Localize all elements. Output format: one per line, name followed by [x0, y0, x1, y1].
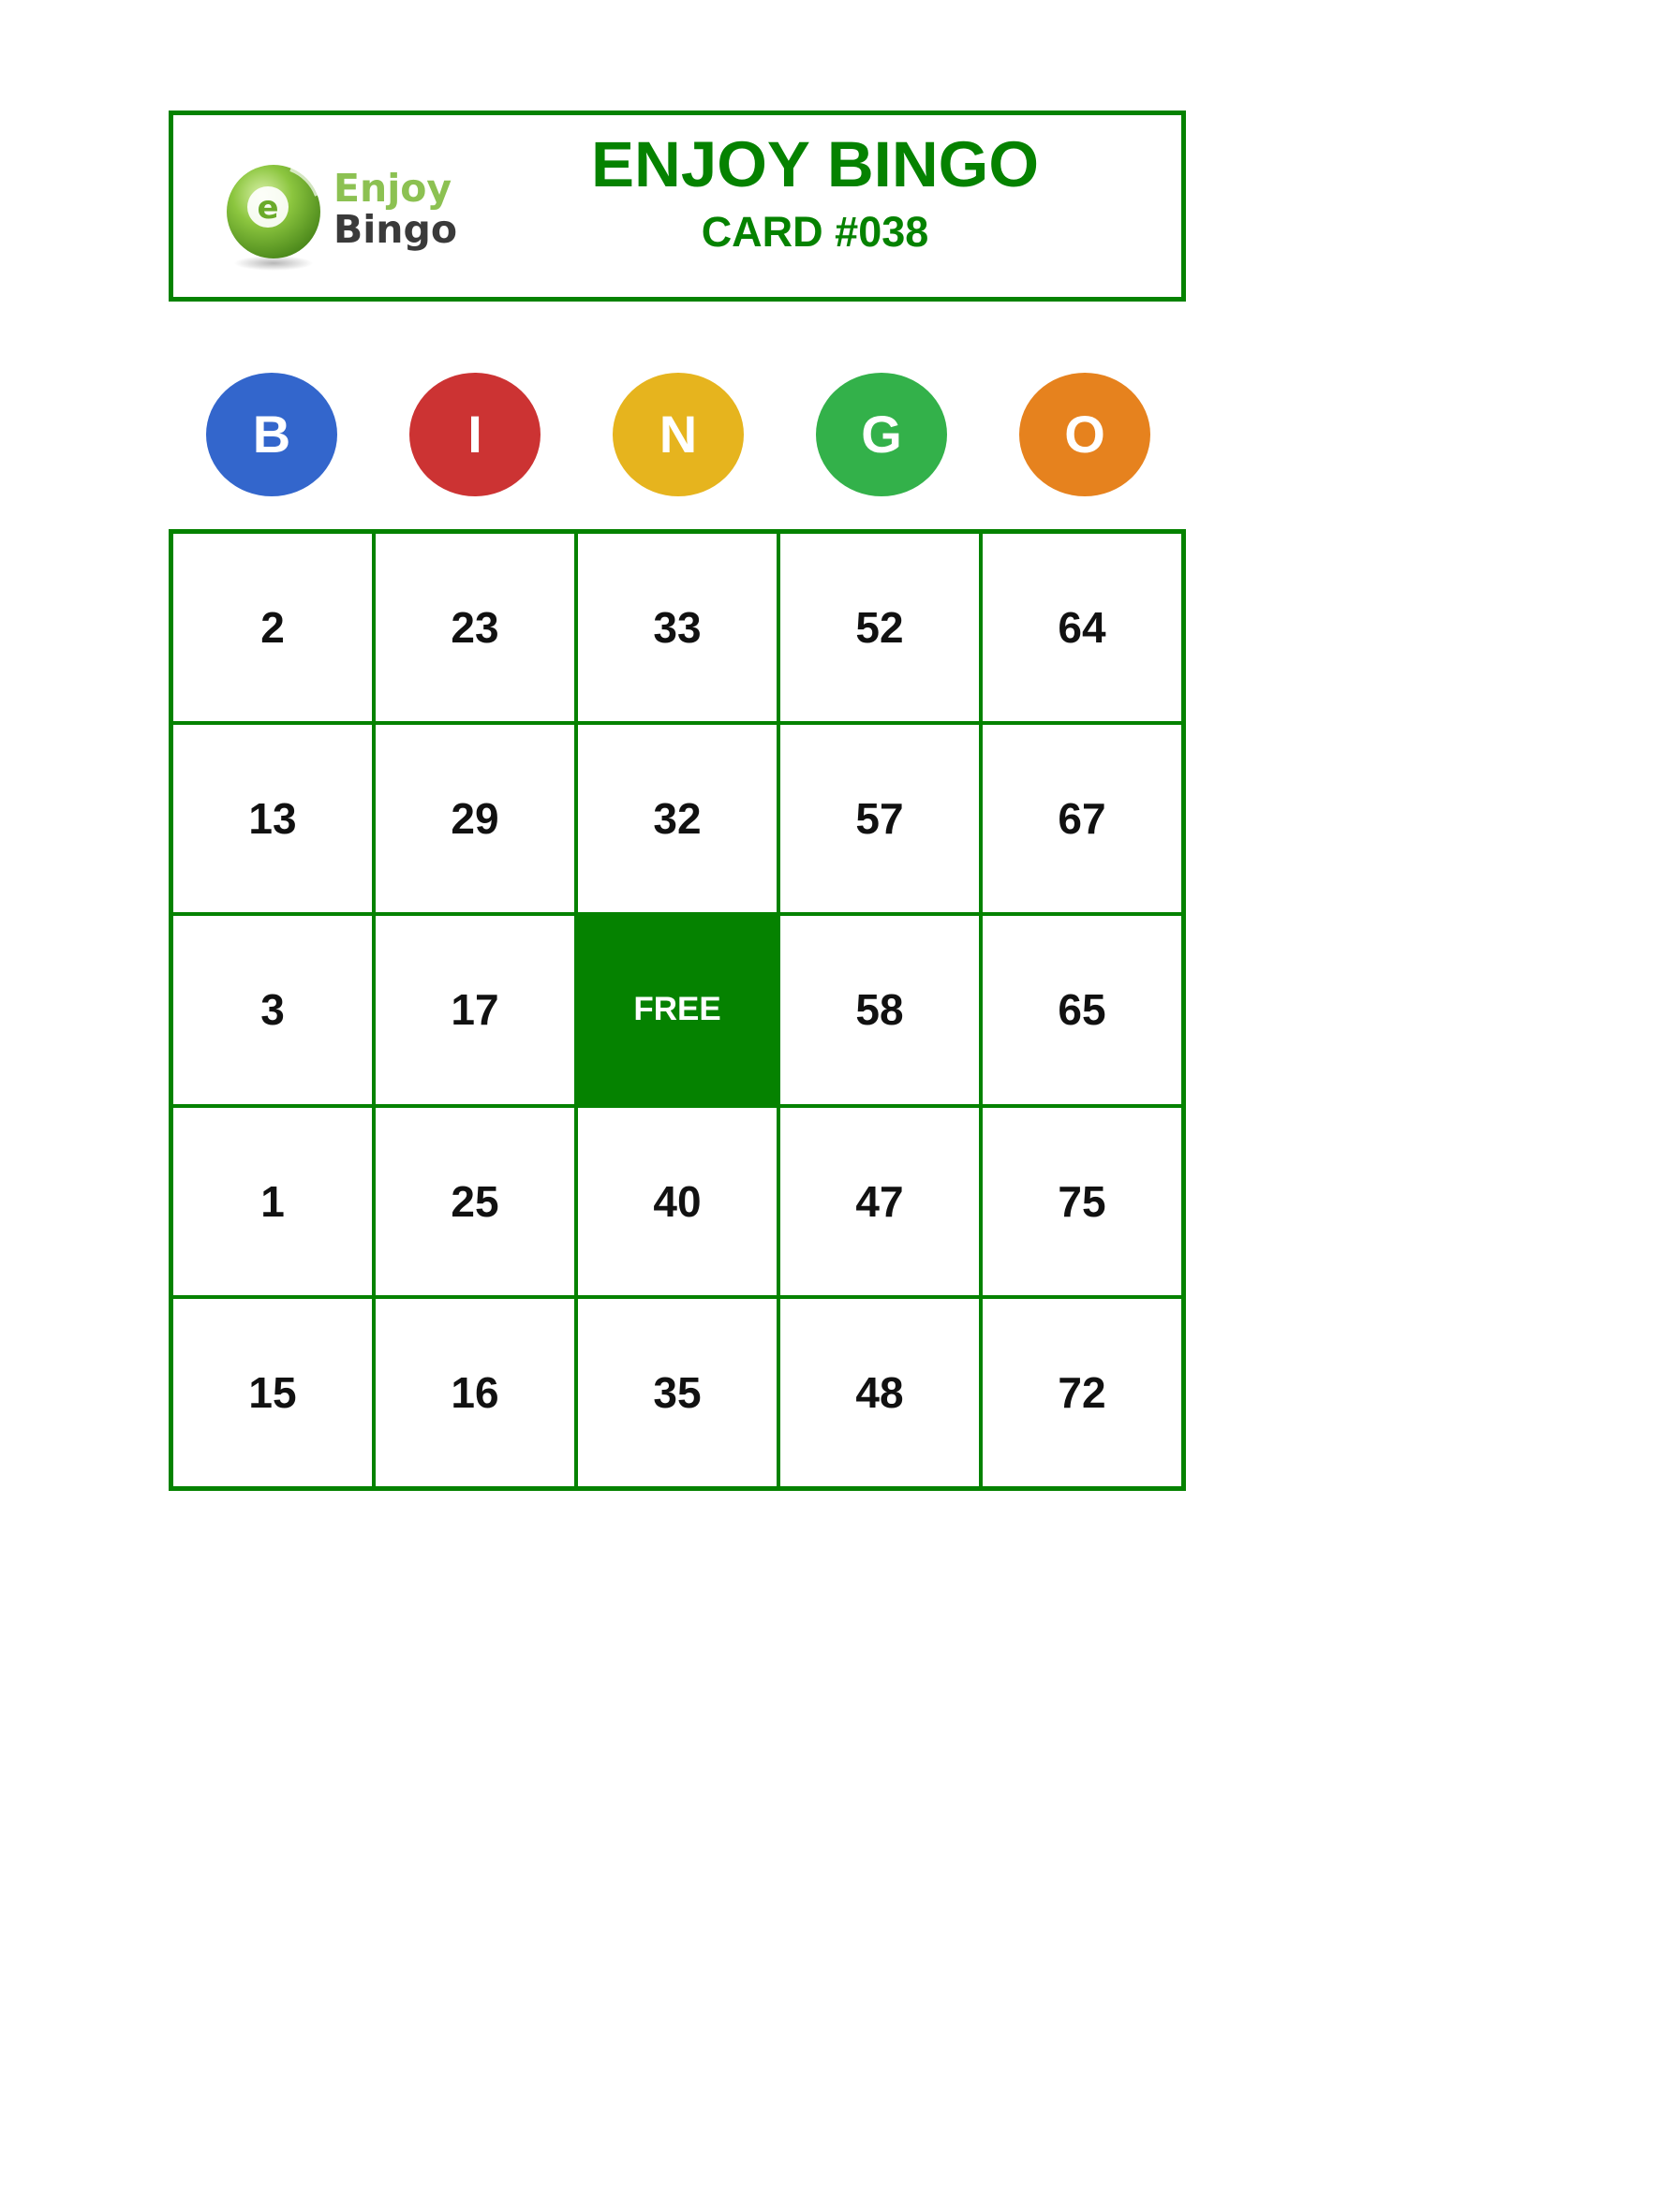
bingo-grid: 2 23 33 52 64 13 29 32 57 67 3 17 FREE 5… — [169, 529, 1186, 1491]
bingo-cell[interactable]: 13 — [171, 723, 374, 915]
bingo-cell[interactable]: 2 — [171, 532, 374, 724]
bingo-cell[interactable]: 17 — [374, 914, 576, 1106]
bingo-cell[interactable]: 48 — [778, 1296, 981, 1488]
bingo-cell[interactable]: 15 — [171, 1296, 374, 1488]
bingo-cell[interactable]: 75 — [981, 1105, 1183, 1297]
bingo-cell[interactable]: 57 — [778, 723, 981, 915]
bingo-cell[interactable]: 16 — [374, 1296, 576, 1488]
bingo-cell[interactable]: 33 — [576, 532, 778, 724]
bingo-cell[interactable]: 25 — [374, 1105, 576, 1297]
column-letter-n: N — [613, 373, 744, 496]
bingo-cell[interactable]: 23 — [374, 532, 576, 724]
green-bingo-ball-icon: e — [227, 165, 320, 271]
card-number: CARD #038 — [701, 208, 929, 256]
free-space-cell[interactable]: FREE — [576, 914, 778, 1106]
card-header: e Enjoy Bingo ENJOY BINGO CARD #038 — [169, 111, 1186, 302]
bingo-cell[interactable]: 52 — [778, 532, 981, 724]
page-title: ENJOY BINGO — [590, 128, 1039, 200]
column-letter-b: B — [206, 373, 337, 496]
logo-word-enjoy: Enjoy — [333, 166, 452, 211]
bingo-cell[interactable]: 67 — [981, 723, 1183, 915]
bingo-cell[interactable]: 3 — [171, 914, 374, 1106]
column-letter-g: G — [816, 373, 947, 496]
bingo-cell[interactable]: 29 — [374, 723, 576, 915]
bingo-cell[interactable]: 40 — [576, 1105, 778, 1297]
bingo-cell[interactable]: 58 — [778, 914, 981, 1106]
column-letter-i: I — [409, 373, 541, 496]
bingo-cell[interactable]: 64 — [981, 532, 1183, 724]
bingo-cell[interactable]: 1 — [171, 1105, 374, 1297]
bingo-cell[interactable]: 65 — [981, 914, 1183, 1106]
logo-word-bingo: Bingo — [333, 207, 458, 252]
bingo-cell[interactable]: 32 — [576, 723, 778, 915]
bingo-cell[interactable]: 35 — [576, 1296, 778, 1488]
logo-ball-letter: e — [257, 189, 278, 227]
bingo-cell[interactable]: 47 — [778, 1105, 981, 1297]
column-letter-o: O — [1019, 373, 1150, 496]
bingo-cell[interactable]: 72 — [981, 1296, 1183, 1488]
enjoy-bingo-logo: e Enjoy Bingo — [225, 160, 468, 273]
